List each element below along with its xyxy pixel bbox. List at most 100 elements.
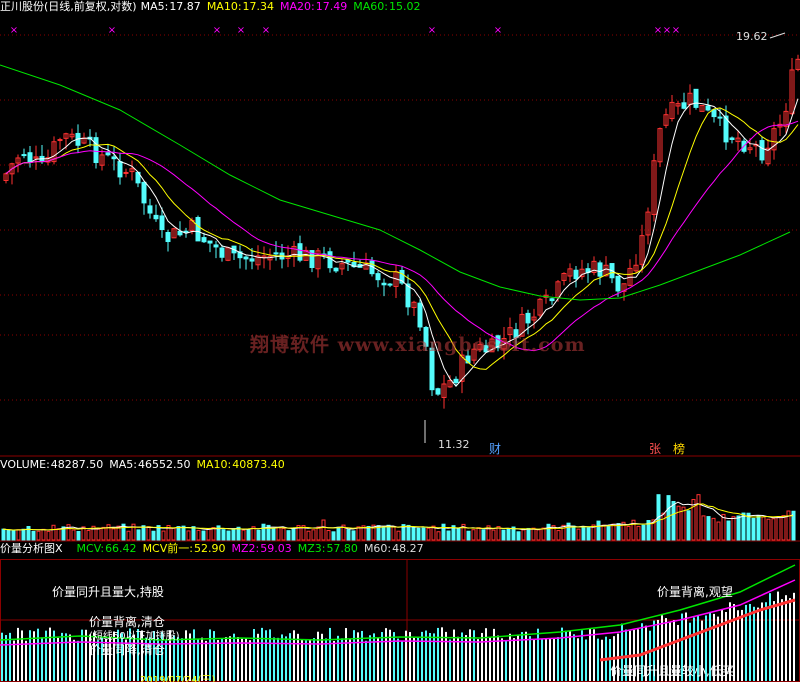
finance-badge[interactable]: 财 bbox=[489, 440, 501, 457]
candle-body bbox=[141, 181, 147, 204]
candle-body bbox=[615, 275, 621, 292]
signal-cross-marker: × bbox=[672, 25, 680, 36]
volume-bar bbox=[661, 512, 666, 541]
signal-cross-marker: × bbox=[494, 25, 502, 36]
candle-body bbox=[453, 378, 459, 384]
volume-bar bbox=[191, 526, 196, 541]
candle-body bbox=[759, 140, 765, 161]
volume-bar bbox=[421, 527, 426, 541]
volume-bar bbox=[171, 527, 176, 541]
signal-cross-marker: × bbox=[108, 25, 116, 36]
volume-bar bbox=[671, 500, 676, 541]
mz3-value: 57.80 bbox=[326, 542, 358, 555]
volume-bar bbox=[506, 528, 511, 541]
stock-chart-window: 正川股份(日线,前复权,对数) MA5:17.87 MA10:17.34 MA20:1… bbox=[0, 0, 800, 682]
candle-body bbox=[381, 282, 387, 286]
volume-bar bbox=[776, 516, 781, 541]
volume-bar bbox=[311, 529, 316, 541]
candle-body bbox=[165, 231, 171, 243]
watermark: 翔博软件 www.xiangbosoft.com bbox=[250, 334, 586, 356]
volume-bar bbox=[531, 527, 536, 541]
candle-body bbox=[417, 302, 423, 328]
volume-bar bbox=[416, 527, 421, 541]
mcv-prev-value: 52.90 bbox=[193, 542, 226, 555]
candle-body bbox=[597, 262, 603, 277]
volume-bar bbox=[226, 530, 231, 541]
volume-bar bbox=[161, 530, 166, 541]
candle-body bbox=[201, 237, 207, 243]
volume-bar bbox=[636, 525, 641, 541]
candle-body bbox=[717, 116, 723, 119]
volume-bar bbox=[256, 529, 261, 541]
candle-body bbox=[111, 156, 117, 160]
volume-bar bbox=[726, 520, 731, 541]
mcv-prev-label: MCV前一: bbox=[142, 542, 193, 555]
vol-ma10-label: MA10: bbox=[196, 458, 232, 471]
candle-body bbox=[333, 267, 339, 272]
candle-body bbox=[573, 269, 579, 280]
volume-bar bbox=[741, 512, 746, 541]
volume-bar bbox=[41, 528, 46, 541]
date-cursor-label: 2019/07/24(三) bbox=[140, 675, 216, 682]
signal-label-warn: (短线50以下加持股) bbox=[89, 631, 180, 642]
indicator-header: 价量分析图X MCV:66.42 MCV前一:52.90 MZ2:59.03 MZ3:5… bbox=[0, 542, 430, 556]
vol-ma5-value: 46552.50 bbox=[138, 458, 191, 471]
candle-body bbox=[549, 298, 555, 302]
volume-bar bbox=[711, 517, 716, 541]
volume-bar bbox=[231, 528, 236, 541]
signal-label-cut: 价量同降,清仓 bbox=[89, 643, 165, 657]
candle-body bbox=[57, 139, 63, 142]
mcv-value: 66.42 bbox=[105, 542, 137, 555]
volume-bar bbox=[241, 529, 246, 541]
candle-body bbox=[297, 243, 303, 261]
candle-body bbox=[21, 154, 27, 157]
volume-bar bbox=[221, 529, 226, 541]
indicator-name[interactable]: 价量分析图X bbox=[0, 542, 63, 555]
vol-ma5-label: MA5: bbox=[109, 458, 138, 471]
candle-body bbox=[27, 152, 33, 163]
ranking-badge[interactable]: 榜 bbox=[673, 440, 685, 457]
volume-bar bbox=[606, 525, 611, 541]
volume-bar bbox=[76, 530, 81, 541]
candle-body bbox=[435, 388, 441, 395]
limit-up-badge[interactable]: 张 bbox=[649, 440, 661, 457]
volume-bar bbox=[31, 530, 36, 541]
signal-cross-marker: × bbox=[237, 25, 245, 36]
volume-bar bbox=[271, 528, 276, 541]
candle-body bbox=[159, 215, 165, 231]
mz3-label: MZ3: bbox=[297, 542, 326, 555]
signal-cross-marker: × bbox=[654, 25, 662, 36]
volume-bar bbox=[676, 505, 681, 541]
candle-body bbox=[705, 105, 711, 111]
volume-bar bbox=[111, 528, 116, 541]
volume-bar bbox=[596, 520, 601, 541]
candle-body bbox=[681, 102, 687, 109]
m60-value: 48.27 bbox=[392, 542, 424, 555]
volume-bar bbox=[611, 523, 616, 541]
volume-bar bbox=[481, 529, 486, 541]
candle-body bbox=[177, 230, 183, 236]
m60-label: M60: bbox=[363, 542, 392, 555]
candle-body bbox=[147, 205, 153, 214]
vol-ma10-value: 40873.40 bbox=[232, 458, 285, 471]
volume-bar bbox=[771, 518, 776, 541]
signal-label-hold: 价量同升且量大,持股 bbox=[52, 585, 164, 599]
volume-bar bbox=[541, 527, 546, 541]
volume-bar bbox=[346, 529, 351, 541]
volume-bar bbox=[101, 526, 106, 541]
volume-bar bbox=[386, 524, 391, 541]
volume-bar bbox=[426, 527, 431, 541]
signal-cross-marker: × bbox=[428, 25, 436, 36]
volume-bar bbox=[136, 529, 141, 541]
volume-bar bbox=[736, 515, 741, 541]
candle-body bbox=[219, 247, 225, 258]
volume-bar bbox=[351, 530, 356, 541]
candle-body bbox=[117, 161, 123, 178]
volume-bar bbox=[146, 526, 151, 541]
volume-bar bbox=[291, 527, 296, 541]
volume-bar bbox=[781, 515, 786, 541]
low-price-label: 11.32 bbox=[438, 438, 470, 451]
candle-body bbox=[195, 217, 201, 242]
high-price-label: 19.62 bbox=[736, 30, 768, 43]
volume-bar bbox=[701, 515, 706, 541]
